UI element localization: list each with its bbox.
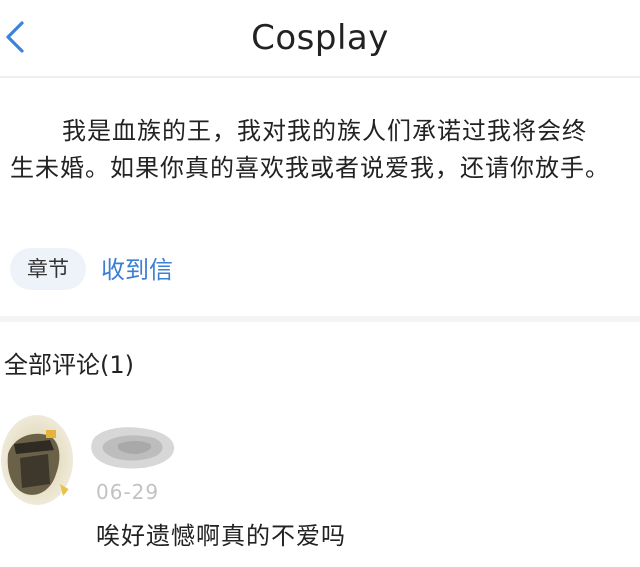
page: Cosplay 我是血族的王，我对我的族人们承诺过我将会终生未婚。如果你真的喜欢… [0, 0, 640, 567]
username-redacted [88, 418, 178, 476]
chapter-tag: 章节 [10, 248, 86, 290]
post-body-text: 我是血族的王，我对我的族人们承诺过我将会终生未婚。如果你真的喜欢我或者说爱我，还… [10, 117, 610, 182]
section-divider [0, 316, 640, 322]
chapter-link[interactable]: 收到信 [101, 250, 173, 290]
comment-date: 06-29 [96, 480, 160, 504]
avatar-image [1, 415, 73, 505]
comments-header: 全部评论(1) [4, 351, 134, 379]
comment-text: 唉好遗憾啊真的不爱吗 [96, 522, 346, 550]
page-title: Cosplay [251, 18, 389, 58]
top-nav-bar: Cosplay [0, 0, 640, 78]
avatar[interactable] [0, 414, 74, 506]
